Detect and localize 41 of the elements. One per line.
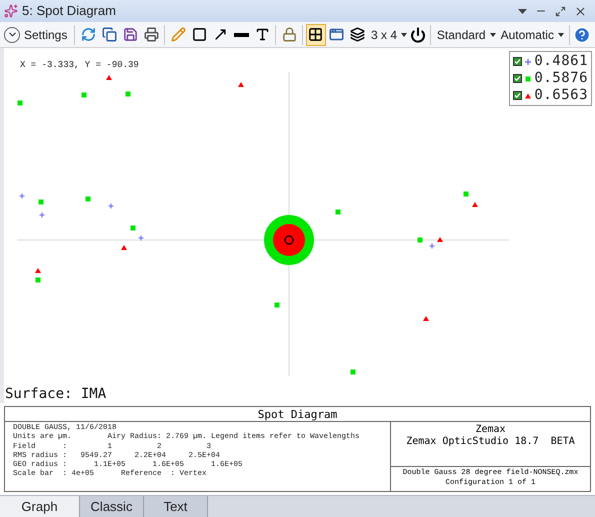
text-tool-icon (254, 27, 270, 42)
layers-icon (350, 27, 366, 42)
legend-checkbox[interactable] (513, 91, 522, 100)
maximize-icon[interactable] (555, 6, 566, 16)
save-icon (122, 27, 138, 42)
power-icon[interactable] (410, 26, 426, 42)
dropdown-icon[interactable] (518, 8, 527, 14)
windows-icon (329, 27, 344, 42)
caret-icon (401, 32, 407, 36)
surface-label: Surface: IMA (5, 385, 106, 404)
rectangle-icon (192, 27, 207, 42)
copy-icon (102, 27, 117, 42)
info-line: Zemax (475, 424, 506, 436)
lock-icon (282, 27, 297, 42)
tab[interactable]: Classic (80, 496, 144, 517)
automatic-dropdown[interactable]: Automatic (498, 26, 566, 44)
refresh-icon (80, 27, 96, 42)
legend-label: 0.4861 (534, 52, 588, 71)
window-title: 5: Spot Diagram (22, 2, 116, 20)
legend-label: 0.5876 (534, 69, 588, 88)
layout-dropdown[interactable]: 3 x 4 (368, 26, 409, 44)
grid-button[interactable] (306, 24, 326, 46)
legend-checkbox[interactable] (513, 74, 522, 83)
arrow-icon (212, 27, 228, 42)
help-icon[interactable] (572, 26, 591, 44)
close-icon[interactable] (574, 4, 587, 18)
info-title: Spot Diagram (5, 407, 590, 422)
tab[interactable]: Graph (0, 496, 80, 517)
app-icon (4, 4, 18, 18)
caret-icon (490, 32, 496, 36)
cursor-readout: X = -3.333, Y = -90.39 (20, 59, 139, 72)
legend-checkbox[interactable] (513, 57, 522, 66)
legend-label: 0.6563 (534, 86, 588, 105)
info-line: Zemax OpticStudio 18.7 BETA (406, 436, 575, 448)
pencil-icon (170, 27, 186, 42)
settings-button[interactable]: Settings (4, 26, 72, 44)
grid-icon (308, 27, 324, 42)
tab[interactable]: Text (144, 496, 208, 517)
print-icon (144, 27, 159, 42)
standard-dropdown[interactable]: Standard (434, 26, 498, 44)
caret-icon (558, 32, 564, 36)
